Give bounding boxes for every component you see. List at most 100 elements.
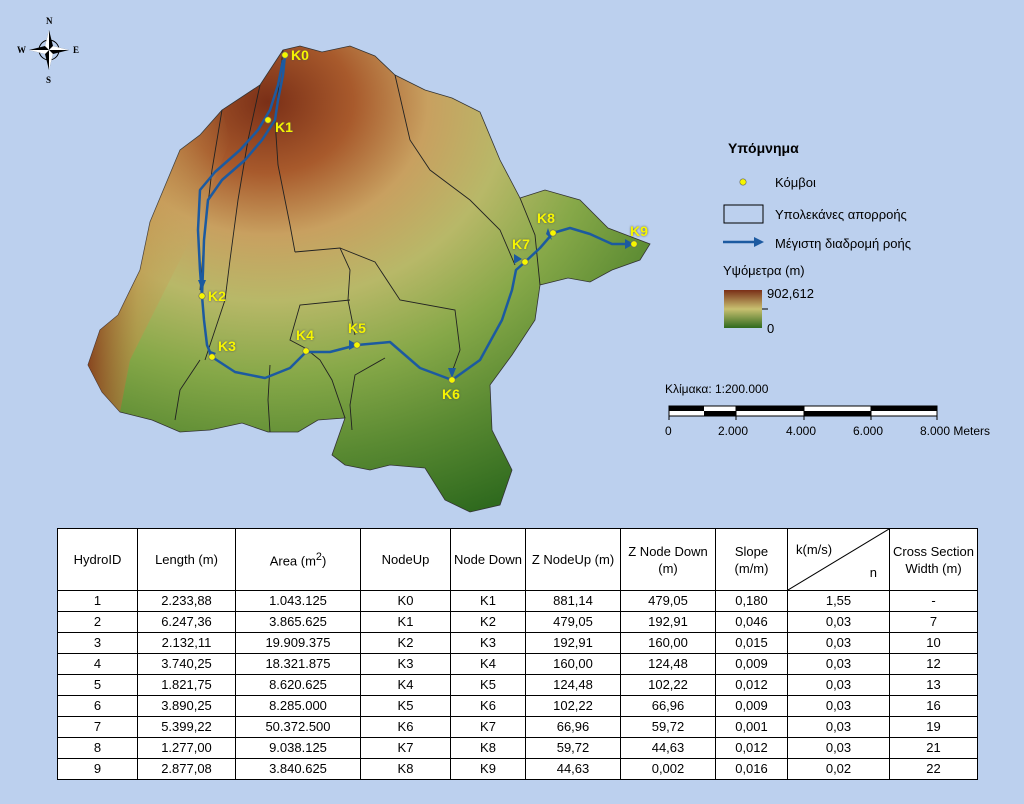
table-cell: 0,03 — [787, 695, 890, 717]
table-cell: 0,009 — [715, 653, 788, 675]
table-row: 9 2.877,08 3.840.625 K8 K9 44,63 0,002 0,016 0,0… — [57, 758, 978, 780]
legend-elevation-title: Υψόμετρα (m) — [723, 263, 805, 278]
table-row: 3 2.132,11 19.909.375 K2 K3 192,91 160,00 0,015… — [57, 632, 978, 654]
table-row: 1 2.233,88 1.043.125 K0 K1 881,14 479,05 0,180 1… — [57, 590, 978, 612]
table-cell: 3.840.625 — [235, 758, 361, 780]
north-arrow-icon — [29, 30, 69, 70]
header-znodeup: Z NodeUp (m) — [525, 528, 621, 591]
scale-tick-4: 8.000 Meters — [920, 424, 991, 438]
node-label-k5: K5 — [348, 320, 366, 336]
scale-tick-1: 2.000 — [718, 424, 749, 438]
table-cell: 3.865.625 — [235, 611, 361, 633]
table-cell: 192,91 — [525, 632, 621, 654]
compass-south-label: S — [46, 75, 52, 85]
table-cell: K5 — [360, 695, 451, 717]
table-cell: 44,63 — [525, 758, 621, 780]
node-label-k3: K3 — [218, 338, 236, 354]
table-cell: 18.321.875 — [235, 653, 361, 675]
table-cell: 5 — [57, 674, 138, 696]
table-cell: 2 — [57, 611, 138, 633]
table-cell: 0,015 — [715, 632, 788, 654]
table-cell: 2.877,08 — [137, 758, 236, 780]
table-cell: K0 — [360, 590, 451, 612]
table-cell: 1 — [57, 590, 138, 612]
table-cell: 479,05 — [620, 590, 716, 612]
node-label-k0: K0 — [291, 47, 309, 63]
table-cell: 881,14 — [525, 590, 621, 612]
table-cell: 160,00 — [620, 632, 716, 654]
table-cell: 102,22 — [620, 674, 716, 696]
header-k: k(m/s) — [796, 542, 833, 557]
node-label-k7: K7 — [512, 236, 530, 252]
table-cell: 10 — [889, 632, 978, 654]
compass-east-label: E — [73, 45, 80, 55]
watershed-map — [29, 30, 938, 513]
node-label-k2: K2 — [208, 288, 226, 304]
table-cell: 44,63 — [620, 737, 716, 759]
table-cell: K4 — [450, 653, 526, 675]
table-row: 5 1.821,75 8.620.625 K4 K5 124,48 102,22 0,012 0… — [57, 674, 978, 696]
node-label-k1: K1 — [275, 119, 293, 135]
table-cell: K5 — [450, 674, 526, 696]
scale-tick-3: 6.000 — [853, 424, 884, 438]
table-cell: 2.132,11 — [137, 632, 236, 654]
table-cell: K6 — [360, 716, 451, 738]
table-cell: 7 — [57, 716, 138, 738]
table-cell: 0,012 — [715, 737, 788, 759]
table-body: 1 2.233,88 1.043.125 K0 K1 881,14 479,05 0,180 1… — [57, 590, 978, 780]
header-nodedown: Node Down — [450, 528, 526, 591]
table-cell: 0,002 — [620, 758, 716, 780]
table-cell: 0,016 — [715, 758, 788, 780]
table-cell: 19.909.375 — [235, 632, 361, 654]
legend-symbols — [723, 178, 768, 328]
table-cell: 7 — [889, 611, 978, 633]
table-row: 8 1.277,00 9.038.125 K7 K8 59,72 44,63 0,012 0,0… — [57, 737, 978, 759]
table-cell: K3 — [360, 653, 451, 675]
watershed-terrain — [87, 45, 651, 513]
table-cell: 102,22 — [525, 695, 621, 717]
table-cell: - — [889, 590, 978, 612]
legend-title: Υπόμνημα — [728, 140, 799, 156]
table-cell: 4 — [57, 653, 138, 675]
table-cell: 50.372.500 — [235, 716, 361, 738]
table-cell: 9 — [57, 758, 138, 780]
table-cell: 0,02 — [787, 758, 890, 780]
table-cell: 0,001 — [715, 716, 788, 738]
header-n: n — [869, 565, 877, 580]
table-cell: 124,48 — [525, 674, 621, 696]
table-cell: 8 — [57, 737, 138, 759]
table-cell: K2 — [450, 611, 526, 633]
compass-north-label: N — [46, 16, 53, 26]
table-cell: 21 — [889, 737, 978, 759]
table-cell: 19 — [889, 716, 978, 738]
table-cell: 8.620.625 — [235, 674, 361, 696]
scale-tick-0: 0 — [665, 424, 672, 438]
table-row: 6 3.890,25 8.285.000 K5 K6 102,22 66,96 0,009 0,… — [57, 695, 978, 717]
legend-subbasins-label: Υπολεκάνες απορροής — [775, 207, 907, 222]
legend-elevation-min: 0 — [767, 321, 775, 336]
table-cell: 6.247,36 — [137, 611, 236, 633]
table-cell: 0,03 — [787, 716, 890, 738]
header-slope: Slope (m/m) — [715, 528, 788, 591]
table-cell: 124,48 — [620, 653, 716, 675]
table-cell: 192,91 — [620, 611, 716, 633]
table-cell: K8 — [450, 737, 526, 759]
table-cell: 8.285.000 — [235, 695, 361, 717]
header-hydroid: HydroID — [57, 528, 138, 591]
legend-nodes-label: Κόμβοι — [775, 175, 816, 190]
table-row: 4 3.740,25 18.321.875 K3 K4 160,00 124,48 0,009… — [57, 653, 978, 675]
table-cell: 0,180 — [715, 590, 788, 612]
table-cell: 22 — [889, 758, 978, 780]
header-k-n: k(m/s) n — [787, 528, 890, 591]
legend-elevation-max: 902,612 — [767, 286, 814, 301]
table-cell: 1,55 — [787, 590, 890, 612]
table-cell: 160,00 — [525, 653, 621, 675]
table-cell: 0,03 — [787, 674, 890, 696]
table-cell: 1.277,00 — [137, 737, 236, 759]
header-area: Area (m2) — [235, 528, 361, 591]
table-cell: 59,72 — [620, 716, 716, 738]
table-cell: 479,05 — [525, 611, 621, 633]
table-cell: 16 — [889, 695, 978, 717]
reach-parameters-table: HydroID Length (m) Area (m2) NodeUp Node… — [57, 528, 978, 780]
table-cell: 0,046 — [715, 611, 788, 633]
